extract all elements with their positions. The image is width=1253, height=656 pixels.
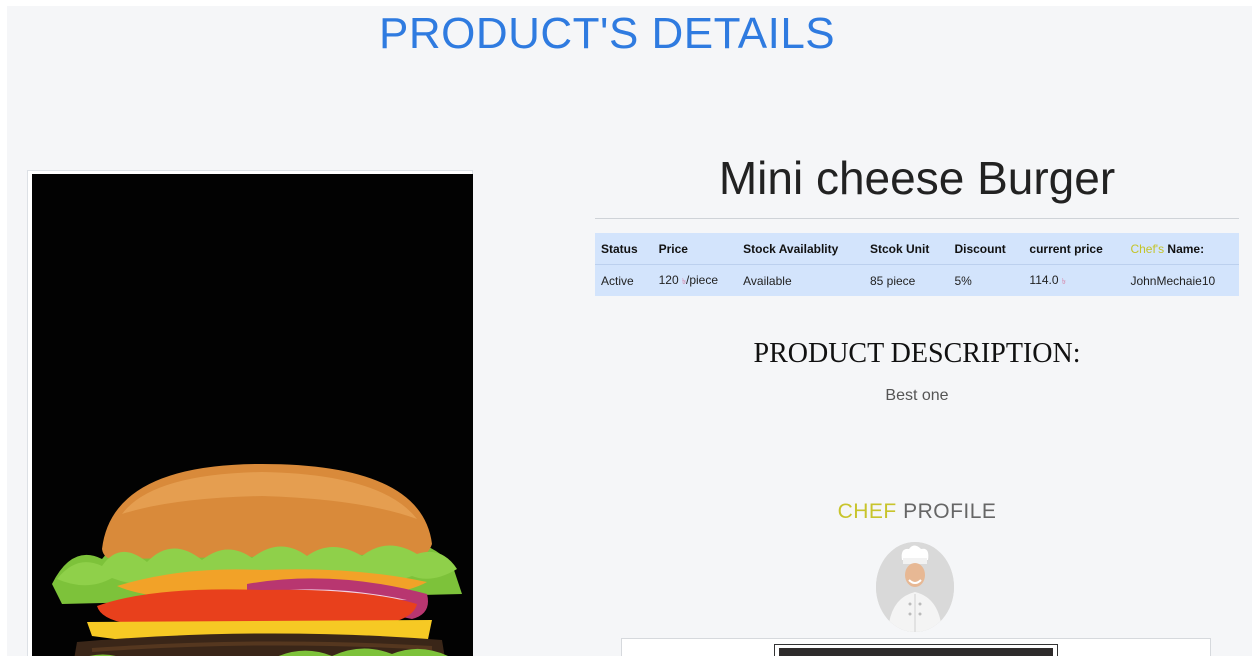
chef-profile-title-accent: CHEF <box>837 500 897 523</box>
chef-profile-image-frame <box>774 644 1058 656</box>
chef-avatar-illustration <box>876 542 954 632</box>
header-status: Status <box>595 233 653 265</box>
header-stock-availability: Stock Availablity <box>737 233 864 265</box>
product-info-table: Status Price Stock Availablity Stcok Uni… <box>595 233 1239 296</box>
price-value: 120 <box>658 272 679 287</box>
chef-profile-title: CHEF PROFILE <box>595 500 1239 524</box>
current-price-currency: ৳ <box>1061 276 1066 286</box>
table-header-row: Status Price Stock Availablity Stcok Uni… <box>595 233 1239 265</box>
cell-chef-name[interactable]: JohnMechaie10 <box>1124 265 1239 297</box>
title-divider <box>595 218 1239 219</box>
burger-photo <box>32 174 473 656</box>
header-chef-label: Name: <box>1167 241 1205 256</box>
header-chef-accent: Chef's <box>1130 241 1165 256</box>
cell-discount: 5% <box>954 273 972 288</box>
current-price-value: 114.0 <box>1029 272 1059 287</box>
chef-profile-card <box>621 638 1211 656</box>
cell-current-price: 114.0 ৳ <box>1023 265 1124 297</box>
chef-avatar[interactable] <box>876 542 954 632</box>
chef-profile-image <box>779 648 1053 656</box>
header-stock-unit: Stcok Unit <box>863 233 949 265</box>
cell-price: 120 ৳/piece <box>653 265 738 297</box>
description-text: Best one <box>885 387 949 404</box>
header-current-price: current price <box>1023 233 1125 265</box>
price-unit: /piece <box>686 272 719 287</box>
cell-stock-unit: 85 piece <box>869 273 916 288</box>
product-name: Mini cheese Burger <box>718 152 1116 204</box>
header-discount: Discount <box>948 233 1024 265</box>
cell-status: Active <box>601 273 634 288</box>
header-price: Price <box>652 233 738 265</box>
page-container: PRODUCT'S DETAILS Mini cheese Burger Sta… <box>7 6 1252 656</box>
burger-illustration <box>32 174 473 656</box>
chef-profile-title-rest: PROFILE <box>903 500 997 523</box>
page-title: PRODUCT'S DETAILS <box>379 9 836 58</box>
description-title: PRODUCT DESCRIPTION: <box>753 338 1081 369</box>
header-chef-name: Chef's Name: <box>1124 233 1239 265</box>
product-image-frame <box>27 170 473 656</box>
cell-stock-availability: Available <box>743 273 792 288</box>
table-row: Active 120 ৳/piece Available 85 piece 5%… <box>595 265 1239 297</box>
